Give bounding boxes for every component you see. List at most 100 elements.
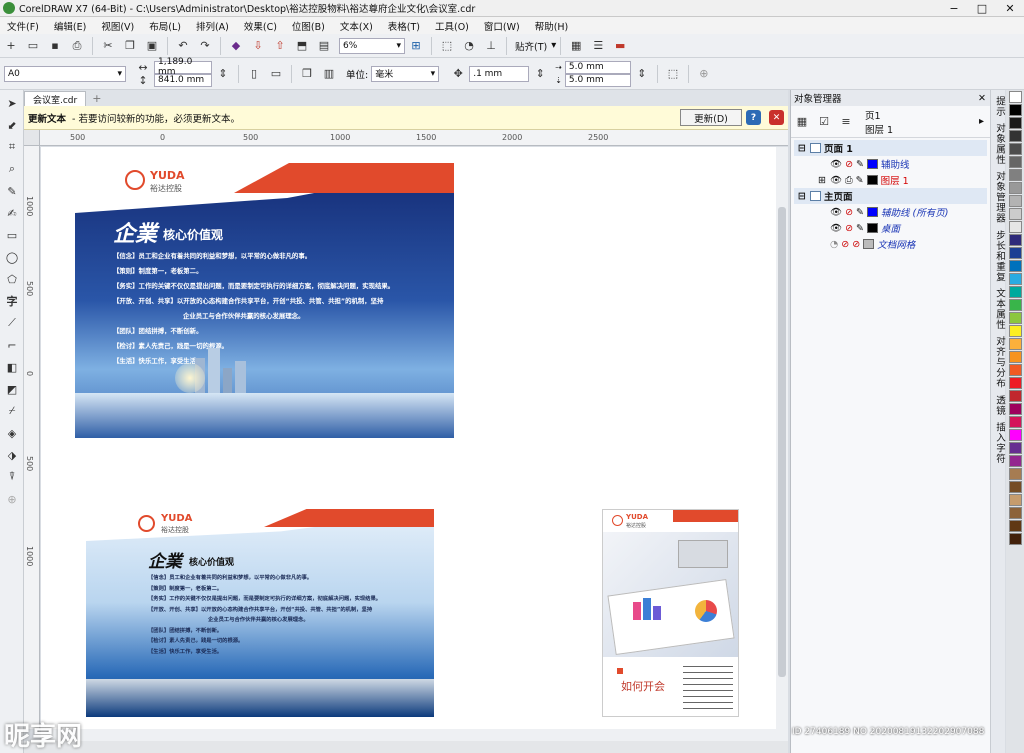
visible-eye-icon[interactable]: 👁 — [830, 175, 842, 186]
menu-text[interactable]: 文本(X) — [333, 19, 381, 33]
app-launcher-icon[interactable]: ▤ — [315, 37, 333, 55]
duplicate-x-input[interactable]: 5.0 mm — [564, 60, 631, 74]
drawing-canvas[interactable]: YUDA 裕达控股 企業 核心价值观 【信念】员工和企业有着共同的利益和梦想，以… — [41, 147, 776, 729]
show-grid-icon[interactable]: ⊥ — [482, 37, 500, 55]
connector-tool-icon[interactable]: ⌐ — [3, 336, 21, 354]
docker-tab-object-manager[interactable]: 对象管理器 — [992, 171, 1006, 224]
printable-icon[interactable]: ⎙ — [845, 175, 853, 186]
menu-view[interactable]: 视图(V) — [94, 19, 142, 33]
panel-close-icon[interactable]: ✕ — [978, 93, 986, 104]
stepper-icon[interactable]: ⇕ — [531, 65, 549, 83]
color-swatch[interactable] — [1009, 234, 1022, 246]
stepper-icon[interactable]: ⇕ — [633, 65, 651, 83]
transparency-tool-icon[interactable]: ◩ — [3, 380, 21, 398]
color-swatch[interactable] — [1009, 286, 1022, 298]
tree-layer-1[interactable]: ⊞ 👁 ⎙ ✎ 图层 1 — [794, 172, 987, 188]
copy-icon[interactable]: ❐ — [121, 37, 139, 55]
docker-tab-lens[interactable]: 透镜 — [992, 395, 1006, 416]
color-swatch[interactable] — [1009, 442, 1022, 454]
color-swatch[interactable] — [1009, 403, 1022, 415]
cut-icon[interactable]: ✂ — [99, 37, 117, 55]
docker-tab-align-distribute[interactable]: 对齐与分布 — [992, 336, 1006, 389]
add-icon[interactable]: ⊕ — [695, 65, 713, 83]
drop-shadow-icon[interactable]: ◧ — [3, 358, 21, 376]
collapse-icon[interactable]: ⊟ — [798, 143, 806, 154]
export-icon[interactable]: ⇧ — [271, 37, 289, 55]
tree-layer-guides-all[interactable]: 👁 ⊘ ✎ 辅助线 (所有页) — [794, 204, 987, 220]
color-swatch[interactable] — [1009, 182, 1022, 194]
menu-file[interactable]: 文件(F) — [0, 19, 47, 33]
object-properties-icon[interactable]: ▦ — [793, 113, 811, 131]
menu-arrange[interactable]: 排列(A) — [189, 19, 237, 33]
color-swatch[interactable] — [1009, 104, 1022, 116]
zoom-fit-icon[interactable]: ⊞ — [407, 37, 425, 55]
snap-to-dropdown[interactable]: 贴齐(T) — [515, 39, 547, 53]
docker-tab-text-properties[interactable]: 文本属性 — [992, 288, 1006, 330]
color-style-icon[interactable]: ▬ — [611, 37, 629, 55]
vertical-scrollbar[interactable] — [776, 147, 788, 729]
menu-layout[interactable]: 布局(L) — [142, 19, 189, 33]
artboard-meeting[interactable]: YUDA 裕达控股 如何开会 — [602, 509, 739, 717]
color-swatch[interactable] — [1009, 481, 1022, 493]
printable-icon[interactable]: ⊘ — [841, 239, 849, 250]
color-swatch[interactable] — [1009, 338, 1022, 350]
pick-tool-icon[interactable]: ➤ — [3, 94, 21, 112]
rectangle-tool-icon[interactable]: ▭ — [3, 226, 21, 244]
duplicate-y-input[interactable]: 5.0 mm — [564, 73, 631, 87]
color-swatch[interactable] — [1009, 377, 1022, 389]
options-icon[interactable]: ▦ — [567, 37, 585, 55]
full-screen-icon[interactable]: ⬚ — [438, 37, 456, 55]
docker-tab-step-repeat[interactable]: 步长和重复 — [992, 230, 1006, 283]
minimize-button[interactable]: − — [940, 2, 968, 15]
color-swatch[interactable] — [1009, 247, 1022, 259]
import-icon[interactable]: ⇩ — [249, 37, 267, 55]
all-pages-icon[interactable]: ❒ — [298, 65, 316, 83]
menu-effects[interactable]: 效果(C) — [237, 19, 285, 33]
horizontal-ruler[interactable]: 500 0 500 1000 1500 2000 2500 — [40, 130, 788, 146]
current-page-icon[interactable]: ▥ — [320, 65, 338, 83]
docker-tab-insert-character[interactable]: 插入字符 — [992, 422, 1006, 464]
smart-fill-icon[interactable]: ⬗ — [3, 446, 21, 464]
text-tool-icon[interactable]: 字 — [3, 292, 21, 310]
help-icon[interactable]: ? — [746, 110, 761, 125]
show-rulers-icon[interactable]: ◔ — [460, 37, 478, 55]
new-document-icon[interactable]: + — [2, 37, 20, 55]
tree-layer-doc-grid[interactable]: ◔ ⊘ ⊘ 文档网格 — [794, 236, 987, 252]
tab-document[interactable]: 会议室.cdr — [24, 91, 87, 106]
editable-pencil-icon[interactable]: ✎ — [856, 207, 864, 218]
artboard-second[interactable]: YUDA 裕达控股 企業 核心价值观 【信念】员工和企业有着共同的利益和梦想，以… — [86, 509, 434, 717]
show-object-properties-icon[interactable]: ☑ — [815, 113, 833, 131]
eyedropper-icon[interactable]: ⌿ — [3, 402, 21, 420]
zoom-level-select[interactable]: 6% ▾ — [339, 37, 405, 54]
color-swatch[interactable] — [1009, 208, 1022, 220]
color-swatch[interactable] — [1009, 533, 1022, 545]
treat-as-filled-icon[interactable]: ⬚ — [664, 65, 682, 83]
color-swatch[interactable] — [1009, 364, 1022, 376]
color-swatch[interactable] — [1009, 273, 1022, 285]
menu-help[interactable]: 帮助(H) — [528, 19, 577, 33]
redo-icon[interactable]: ↷ — [196, 37, 214, 55]
close-button[interactable]: ✕ — [996, 2, 1024, 15]
color-swatch[interactable] — [1009, 260, 1022, 272]
nudge-distance-input[interactable]: .1 mm — [469, 65, 530, 82]
crop-tool-icon[interactable]: ⌗ — [3, 138, 21, 156]
color-swatch[interactable] — [1009, 325, 1022, 337]
update-button[interactable]: 更新(D) — [680, 109, 742, 126]
editable-pencil-icon[interactable]: ✎ — [856, 175, 864, 186]
application-settings-icon[interactable]: ☰ — [589, 37, 607, 55]
maximize-button[interactable]: □ — [968, 2, 996, 15]
page-height-input[interactable]: 841.0 mm — [154, 73, 212, 87]
scrollbar-thumb[interactable] — [778, 207, 786, 677]
color-swatch[interactable] — [1009, 416, 1022, 428]
color-swatch[interactable] — [1009, 494, 1022, 506]
paste-icon[interactable]: ▣ — [143, 37, 161, 55]
zoom-tool-icon[interactable]: ⌕ — [3, 160, 21, 178]
color-swatch[interactable] — [1009, 169, 1022, 181]
page-width-input[interactable]: 1,189.0 mm — [154, 57, 212, 77]
editable-pencil-icon[interactable]: ✎ — [856, 159, 864, 170]
portrait-icon[interactable]: ▯ — [245, 65, 263, 83]
color-swatch[interactable] — [1009, 117, 1022, 129]
close-notice-icon[interactable]: ✕ — [769, 110, 784, 125]
add-tool-icon[interactable]: ⊕ — [3, 490, 21, 508]
color-swatch[interactable] — [1009, 156, 1022, 168]
